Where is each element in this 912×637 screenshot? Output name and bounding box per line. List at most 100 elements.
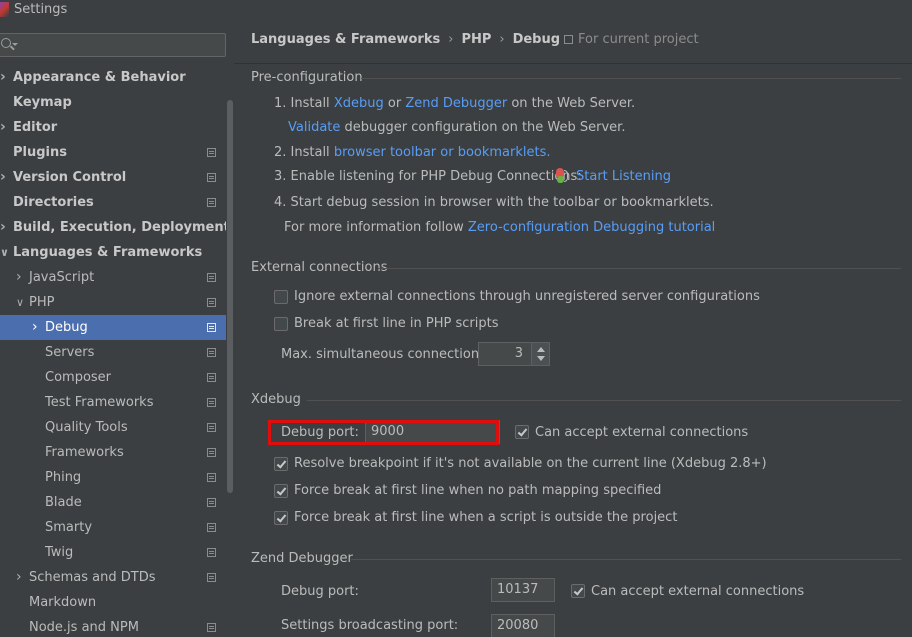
project-level-icon [207, 373, 216, 382]
sidebar-item[interactable]: Servers [0, 340, 226, 365]
sidebar-item-label: Schemas and DTDs [29, 570, 156, 585]
xdebug-accept-external-checkbox[interactable] [515, 425, 529, 439]
sidebar-item[interactable]: › Editor [0, 115, 226, 140]
broadcast-port-input[interactable]: 20080 [491, 614, 555, 637]
breadcrumb-separator: › [448, 32, 454, 47]
sidebar-item-label: Debug [45, 320, 88, 335]
sidebar-item-label: Plugins [13, 145, 67, 160]
project-level-icon [207, 273, 216, 282]
sidebar-item-label: Languages & Frameworks [13, 245, 203, 260]
scrollbar-thumb[interactable] [227, 100, 233, 493]
step-text: on the Web Server. [511, 96, 636, 111]
chevron-right-icon[interactable]: › [0, 165, 6, 190]
force-break-no-path-checkbox[interactable] [274, 484, 288, 498]
project-level-icon [207, 623, 216, 632]
settings-sidebar: › Appearance & Behavior Keymap › Editor Plugi… [0, 20, 234, 637]
max-connections-spinner[interactable]: 3 [478, 342, 550, 366]
divider [351, 559, 901, 560]
project-level-icon [207, 473, 216, 482]
start-listening-link[interactable]: Start Listening [576, 169, 671, 184]
step-text: 3. Enable listening for PHP Debug Connec… [274, 169, 582, 184]
settings-content: Languages & Frameworks › PHP › Debug For cur… [234, 20, 912, 637]
increment-icon[interactable] [537, 347, 545, 352]
spinner-buttons[interactable] [531, 343, 549, 365]
preconfig-step-4: 4. Start debug session in browser with t… [274, 195, 714, 210]
divider [378, 268, 901, 269]
project-level-icon [207, 548, 216, 557]
window-title: Settings [14, 2, 68, 17]
sidebar-item[interactable]: Plugins [0, 140, 226, 165]
app-icon [0, 2, 9, 17]
ignore-external-checkbox[interactable] [274, 290, 288, 304]
zend-port-value: 10137 [497, 582, 539, 597]
sidebar-item[interactable]: Frameworks [0, 440, 226, 465]
force-break-outside-checkbox[interactable] [274, 511, 288, 525]
sidebar-item-label: Build, Execution, Deployment [13, 220, 230, 235]
chevron-down-icon[interactable]: ∨ [0, 240, 9, 265]
zend-port-label: Debug port: [281, 584, 359, 599]
sidebar-item[interactable]: Smarty [0, 515, 226, 540]
project-level-icon [207, 398, 216, 407]
validate-link[interactable]: Validate [288, 120, 340, 135]
force-break-outside-label: Force break at first line when a script … [294, 510, 678, 525]
step-text: For more information follow [284, 220, 464, 235]
force-break-no-path-label: Force break at first line when no path m… [294, 483, 662, 498]
sidebar-item[interactable]: Blade [0, 490, 226, 515]
sidebar-scrollbar[interactable] [226, 20, 234, 637]
sidebar-item[interactable]: Twig [0, 540, 226, 565]
sidebar-item[interactable]: Phing [0, 465, 226, 490]
sidebar-item-label: Markdown [29, 595, 97, 610]
browser-toolbar-link[interactable]: browser toolbar or bookmarklets. [334, 145, 551, 160]
sidebar-item[interactable]: › Debug [0, 315, 226, 340]
resolve-breakpoint-checkbox[interactable] [274, 457, 288, 471]
sidebar-item[interactable]: › Appearance & Behavior [0, 65, 226, 90]
sidebar-item[interactable]: › JavaScript [0, 265, 226, 290]
chevron-right-icon[interactable]: › [32, 315, 38, 340]
sidebar-item[interactable]: Test Frameworks [0, 390, 226, 415]
broadcast-port-label: Settings broadcasting port: [281, 618, 459, 633]
break-first-line-checkbox[interactable] [274, 317, 288, 331]
sidebar-item[interactable]: Node.js and NPM [0, 615, 226, 637]
sidebar-item[interactable]: Directories [0, 190, 226, 215]
sidebar-item[interactable]: Markdown [0, 590, 226, 615]
sidebar-item[interactable]: ∨ Languages & Frameworks [0, 240, 226, 265]
step-text: 1. Install [274, 96, 330, 111]
tutorial-link[interactable]: Zero-configuration Debugging tutorial [468, 220, 715, 235]
sidebar-item[interactable]: Quality Tools [0, 415, 226, 440]
sidebar-item[interactable]: ∨ PHP [0, 290, 226, 315]
project-level-icon [207, 198, 216, 207]
max-connections-label: Max. simultaneous connections: [281, 347, 491, 362]
step-text: debugger configuration on the Web Server… [344, 120, 626, 135]
chevron-right-icon[interactable]: › [0, 215, 6, 240]
xdebug-link[interactable]: Xdebug [334, 96, 384, 111]
zend-accept-external-checkbox[interactable] [571, 584, 585, 598]
sidebar-item[interactable]: › Schemas and DTDs [0, 565, 226, 590]
chevron-right-icon[interactable]: › [0, 65, 6, 90]
chevron-down-icon[interactable] [12, 43, 18, 46]
chevron-down-icon[interactable]: ∨ [16, 290, 24, 315]
step-text: or [387, 96, 402, 111]
breadcrumb-separator: › [499, 32, 505, 47]
preconfig-more-info: For more information follow Zero-configu… [284, 220, 715, 235]
breadcrumb: Languages & Frameworks › PHP › Debug [251, 32, 560, 47]
ignore-external-label: Ignore external connections through unre… [294, 289, 760, 304]
start-listening-icon[interactable] [556, 168, 568, 184]
section-title-zend: Zend Debugger [251, 551, 353, 566]
sidebar-item-label: Phing [45, 470, 82, 485]
project-level-icon [207, 423, 216, 432]
zend-port-input[interactable]: 10137 [491, 578, 555, 602]
search-input[interactable] [0, 33, 226, 57]
annotation-highlight-box [268, 420, 499, 445]
project-level-icon [207, 298, 216, 307]
sidebar-item[interactable]: Composer [0, 365, 226, 390]
decrement-icon[interactable] [537, 356, 545, 361]
sidebar-item[interactable]: › Version Control [0, 165, 226, 190]
chevron-right-icon[interactable]: › [0, 115, 6, 140]
chevron-right-icon[interactable]: › [16, 265, 22, 290]
zend-debugger-link[interactable]: Zend Debugger [405, 96, 507, 111]
sidebar-item[interactable]: › Build, Execution, Deployment [0, 215, 230, 240]
sidebar-item[interactable]: Keymap [0, 90, 226, 115]
project-scope-label: For current project [564, 32, 699, 47]
sidebar-item-label: Version Control [13, 170, 127, 185]
chevron-right-icon[interactable]: › [16, 565, 22, 590]
